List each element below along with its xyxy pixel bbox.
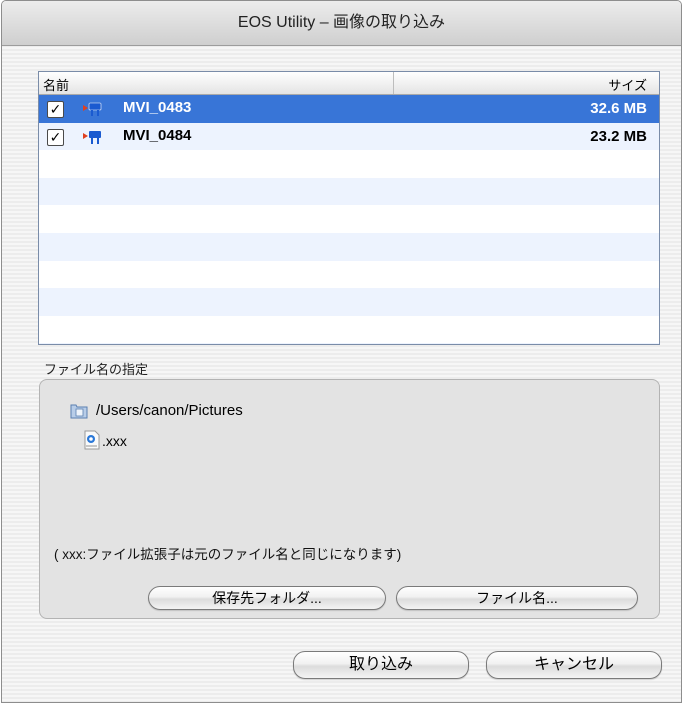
list-rows: ✓ MVI_0483 32.6 MB ✓ MVI_0484 23.2 MB	[39, 95, 659, 344]
filename-group: /Users/canon/Pictures .xxx ( xxx:ファイル拡張子…	[39, 379, 660, 619]
folder-icon	[70, 404, 88, 419]
import-dialog: EOS Utility – 画像の取り込み 名前 サイズ ✓ MVI_0483 …	[1, 0, 682, 703]
file-name: MVI_0483	[123, 99, 192, 116]
cancel-button[interactable]: キャンセル	[486, 651, 662, 679]
file-size: 23.2 MB	[590, 127, 647, 145]
file-name: MVI_0484	[123, 126, 192, 144]
empty-row	[39, 205, 659, 233]
movie-icon	[83, 130, 101, 144]
window-title: EOS Utility – 画像の取り込み	[2, 1, 681, 46]
import-button[interactable]: 取り込み	[293, 651, 469, 679]
row-checkbox[interactable]: ✓	[47, 128, 64, 146]
empty-row	[39, 315, 659, 344]
table-row[interactable]: ✓ MVI_0483 32.6 MB	[39, 95, 659, 123]
empty-row	[39, 288, 659, 316]
column-header-size[interactable]: サイズ	[608, 75, 647, 94]
list-header: 名前 サイズ	[39, 72, 659, 95]
file-size: 32.6 MB	[590, 100, 647, 117]
empty-row	[39, 260, 659, 289]
extension-note: ( xxx:ファイル拡張子は元のファイル名と同じになります)	[54, 547, 402, 562]
folder-path: /Users/canon/Pictures	[96, 402, 243, 419]
column-divider[interactable]	[393, 72, 394, 94]
file-name-button[interactable]: ファイル名...	[396, 586, 638, 610]
table-row[interactable]: ✓ MVI_0484 23.2 MB	[39, 122, 659, 151]
empty-row	[39, 177, 659, 206]
column-header-name[interactable]: 名前	[43, 75, 69, 94]
movie-icon	[83, 102, 102, 116]
destination-folder-button[interactable]: 保存先フォルダ...	[148, 586, 386, 610]
file-list[interactable]: 名前 サイズ ✓ MVI_0483 32.6 MB ✓ MVI_0484 23.…	[38, 71, 660, 345]
empty-row	[39, 343, 659, 344]
quicktime-file-icon	[84, 430, 100, 450]
empty-row	[39, 150, 659, 178]
filename-group-label: ファイル名の指定	[44, 362, 149, 377]
empty-row	[39, 232, 659, 261]
row-checkbox[interactable]: ✓	[47, 101, 64, 118]
file-extension: .xxx	[102, 433, 127, 449]
